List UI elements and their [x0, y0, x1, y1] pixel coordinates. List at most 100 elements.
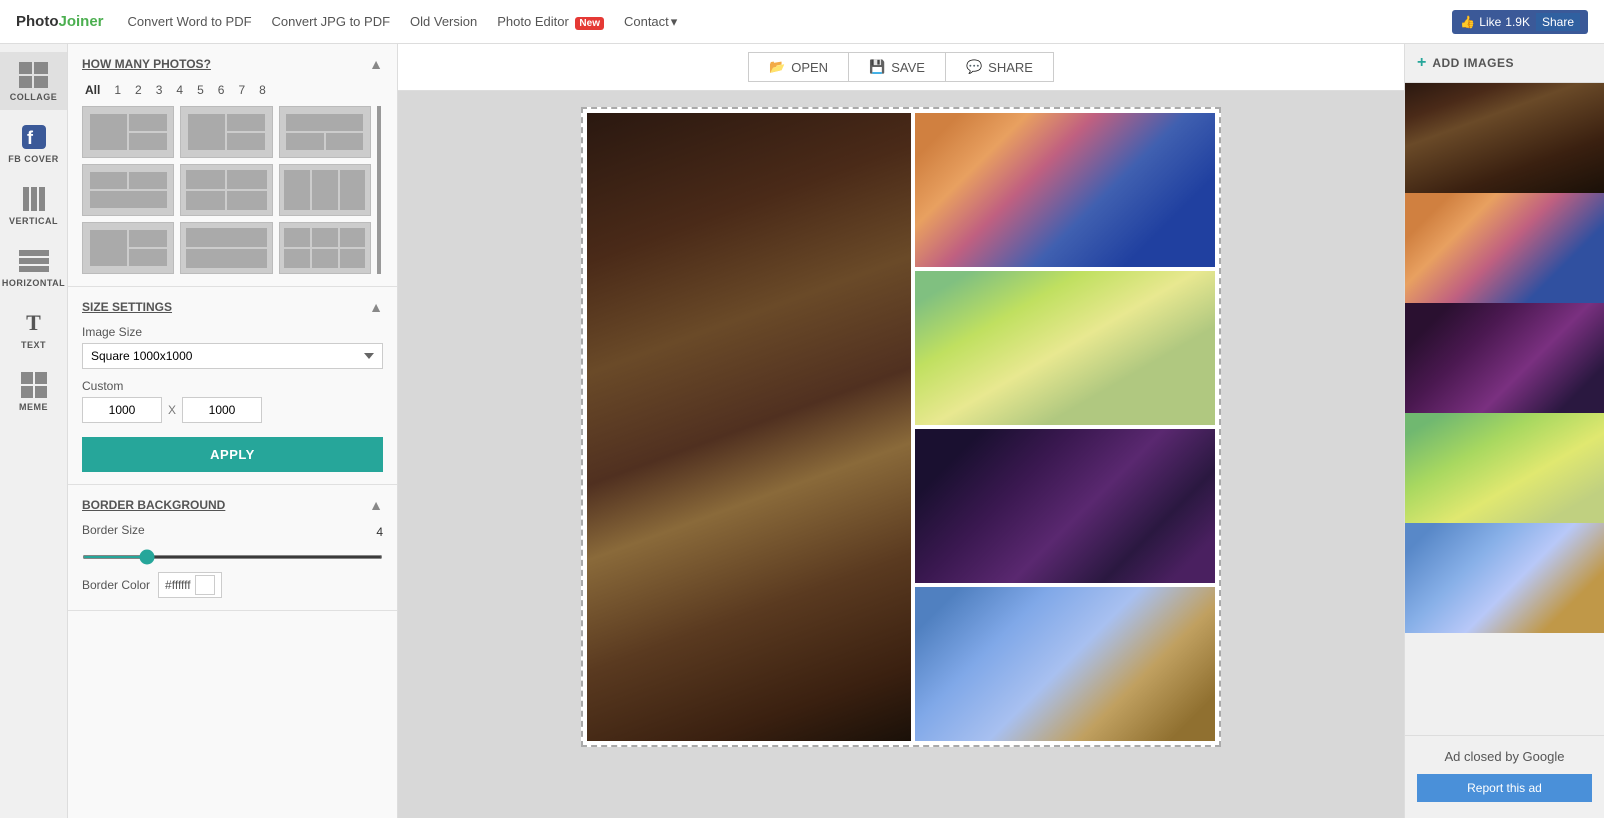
count-3[interactable]: 3	[153, 82, 166, 98]
vertical-icon	[17, 184, 51, 214]
layout-thumb-3[interactable]	[279, 106, 371, 158]
photo-cell-top-right[interactable]	[915, 113, 1215, 267]
panel-section-header-how-many: HOW MANY PHOTOS? ▲	[82, 56, 383, 72]
sidebar-meme-label: MEME	[19, 402, 48, 412]
collage-icon	[17, 60, 51, 90]
layout-thumb-8[interactable]	[180, 222, 272, 274]
image-thumbnails-list	[1405, 83, 1604, 735]
nav-photo-editor[interactable]: Photo Editor New	[497, 14, 604, 29]
fb-cover-icon: f	[17, 122, 51, 152]
save-icon: 💾	[869, 59, 885, 75]
svg-text:f: f	[27, 128, 34, 148]
add-images-label: ADD IMAGES	[1432, 56, 1514, 70]
custom-width-input[interactable]	[82, 397, 162, 423]
count-1[interactable]: 1	[111, 82, 124, 98]
canvas-area: 📂 OPEN 💾 SAVE 💬 SHARE	[398, 44, 1404, 818]
border-bg-title: BORDER BACKGROUND	[82, 498, 225, 512]
share-button[interactable]: 💬 SHARE	[946, 52, 1054, 82]
nav-convert-word[interactable]: Convert Word to PDF	[128, 14, 252, 29]
brand-photo: Photo	[16, 13, 59, 30]
share-label: SHARE	[988, 60, 1033, 75]
add-images-header[interactable]: + ADD IMAGES	[1405, 44, 1604, 83]
image-size-label: Image Size	[82, 325, 383, 339]
open-button[interactable]: 📂 OPEN	[748, 52, 848, 82]
sidebar-horizontal-label: HORIZONTAL	[2, 278, 65, 288]
top-nav: Photo Joiner Convert Word to PDF Convert…	[0, 0, 1604, 44]
count-7[interactable]: 7	[235, 82, 248, 98]
layout-thumb-6[interactable]	[279, 164, 371, 216]
save-button[interactable]: 💾 SAVE	[848, 52, 946, 82]
sidebar-item-collage[interactable]: COLLAGE	[0, 52, 67, 110]
thumbnail-1[interactable]	[1405, 83, 1604, 193]
layout-thumb-4[interactable]	[82, 164, 174, 216]
save-label: SAVE	[891, 60, 925, 75]
sidebar-item-text[interactable]: T TEXT	[0, 300, 67, 358]
photo-cell-main[interactable]	[587, 113, 911, 741]
border-size-slider[interactable]	[82, 555, 383, 559]
color-picker-box[interactable]: #ffffff	[158, 572, 222, 598]
thumbnail-3[interactable]	[1405, 303, 1604, 413]
thumbnail-5[interactable]	[1405, 523, 1604, 633]
count-4[interactable]: 4	[173, 82, 186, 98]
border-size-value: 4	[376, 525, 383, 539]
photo-cell-mid-right-1[interactable]	[915, 271, 1215, 425]
layout-thumb-5[interactable]	[180, 164, 272, 216]
border-collapse-arrow[interactable]: ▲	[369, 497, 383, 513]
fb-share[interactable]: Share	[1536, 13, 1580, 31]
image-size-select[interactable]: Square 1000x1000 Portrait 1000x1500 Land…	[82, 343, 383, 369]
count-all[interactable]: All	[82, 82, 103, 98]
fb-like-button[interactable]: 👍 Like 1.9K Share	[1452, 10, 1588, 34]
open-icon: 📂	[769, 59, 785, 75]
photo-cell-bottom-right[interactable]	[915, 587, 1215, 741]
photo-cell-mid-right-2[interactable]	[915, 429, 1215, 583]
nav-convert-jpg[interactable]: Convert JPG to PDF	[272, 14, 390, 29]
color-swatch[interactable]	[195, 575, 215, 595]
right-sidebar: + ADD IMAGES Ad closed by Google Report …	[1404, 44, 1604, 818]
fb-icon: 👍	[1460, 15, 1475, 29]
sidebar-text-label: TEXT	[21, 340, 46, 350]
open-label: OPEN	[791, 60, 828, 75]
how-many-collapse-arrow[interactable]: ▲	[369, 56, 383, 72]
layout-thumb-9[interactable]	[279, 222, 371, 274]
sidebar-item-meme[interactable]: MEME	[0, 362, 67, 420]
count-8[interactable]: 8	[256, 82, 269, 98]
nav-contact[interactable]: Contact ▾	[624, 14, 677, 30]
apply-button[interactable]: APPLY	[82, 437, 383, 472]
sidebar-item-vertical[interactable]: VERTICAL	[0, 176, 67, 234]
horizontal-icon	[17, 246, 51, 276]
main-layout: COLLAGE f FB COVER VERTICAL	[0, 44, 1604, 818]
canvas-right-col	[915, 113, 1215, 741]
how-many-title: HOW MANY PHOTOS?	[82, 57, 211, 71]
panel-section-header-border: BORDER BACKGROUND ▲	[82, 497, 383, 513]
size-collapse-arrow[interactable]: ▲	[369, 299, 383, 315]
sidebar-item-fb-cover[interactable]: f FB COVER	[0, 114, 67, 172]
thumbnail-4[interactable]	[1405, 413, 1604, 523]
custom-height-input[interactable]	[182, 397, 262, 423]
layout-grid-container	[82, 106, 383, 274]
meme-icon	[17, 370, 51, 400]
count-2[interactable]: 2	[132, 82, 145, 98]
nav-old-version[interactable]: Old Version	[410, 14, 477, 29]
report-ad-button[interactable]: Report this ad	[1417, 774, 1592, 802]
share-icon: 💬	[966, 59, 982, 75]
sidebar-item-horizontal[interactable]: HORIZONTAL	[0, 238, 67, 296]
layout-grid	[82, 106, 371, 274]
color-hex-value: #ffffff	[165, 578, 191, 592]
layout-thumb-2[interactable]	[180, 106, 272, 158]
thumbnail-2[interactable]	[1405, 193, 1604, 303]
layout-thumb-1[interactable]	[82, 106, 174, 158]
custom-size-row: Custom X	[82, 379, 383, 423]
layout-thumb-7[interactable]	[82, 222, 174, 274]
sidebar-vertical-label: VERTICAL	[9, 216, 58, 226]
collage-canvas	[581, 107, 1221, 747]
custom-label: Custom	[82, 379, 383, 393]
panel: HOW MANY PHOTOS? ▲ All 1 2 3 4 5 6 7 8	[68, 44, 398, 818]
layout-divider	[377, 106, 381, 274]
brand-logo[interactable]: Photo Joiner	[16, 13, 104, 30]
text-icon: T	[17, 308, 51, 338]
border-size-row: Border Size 4	[82, 523, 383, 541]
new-badge: New	[575, 17, 604, 30]
left-sidebar: COLLAGE f FB COVER VERTICAL	[0, 44, 68, 818]
count-6[interactable]: 6	[215, 82, 228, 98]
count-5[interactable]: 5	[194, 82, 207, 98]
